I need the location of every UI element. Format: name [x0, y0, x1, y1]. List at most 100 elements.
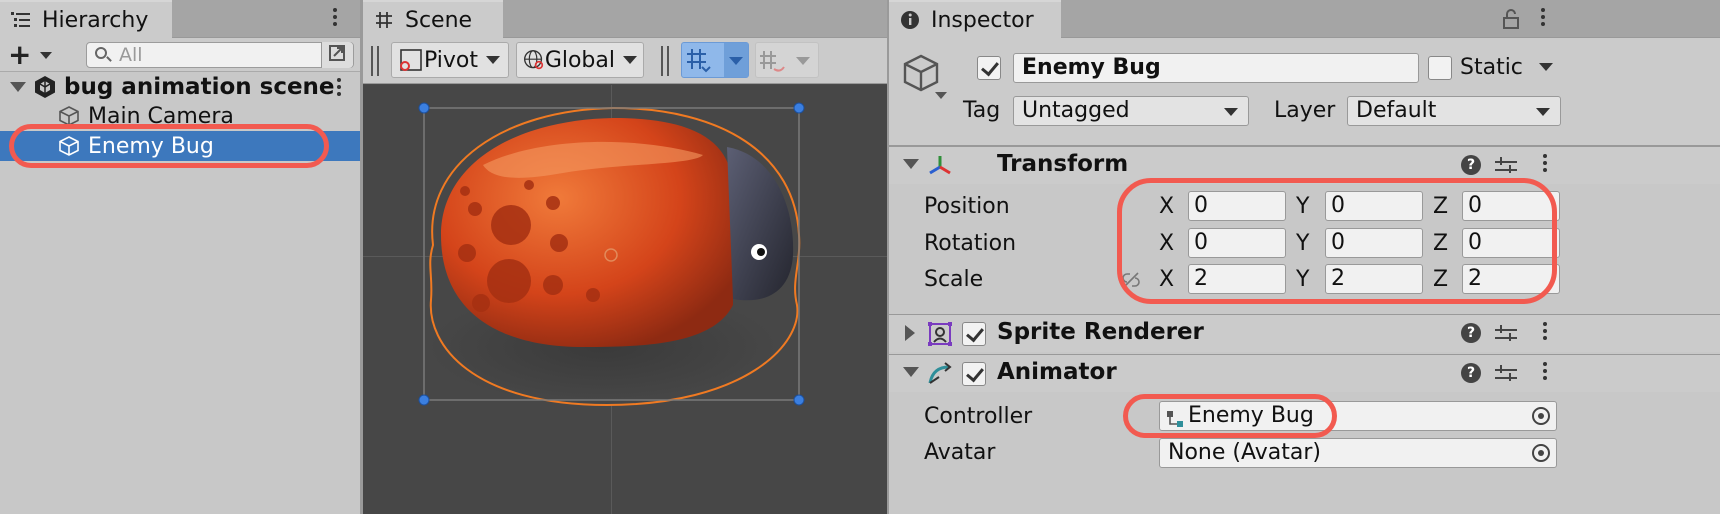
scene-menu-icon[interactable]: [335, 78, 343, 96]
add-object-button[interactable]: +: [8, 41, 31, 69]
hierarchy-toolbar: + All: [0, 38, 360, 72]
hierarchy-item-enemy-bug[interactable]: Enemy Bug: [0, 131, 360, 161]
sprite-renderer-header[interactable]: Sprite Renderer ?: [889, 314, 1720, 352]
hierarchy-list-icon: [10, 9, 32, 31]
static-dropdown-icon[interactable]: [1539, 63, 1553, 71]
object-name-field[interactable]: Enemy Bug: [1013, 53, 1419, 83]
scale-y-field[interactable]: 2: [1325, 264, 1423, 294]
hierarchy-item-main-camera[interactable]: Main Camera: [0, 101, 360, 131]
hierarchy-panel: Hierarchy + All bug animation scene Main…: [0, 0, 360, 514]
layer-dropdown[interactable]: Default: [1347, 96, 1561, 126]
static-checkbox[interactable]: [1428, 56, 1452, 80]
transform-header[interactable]: Transform ?: [889, 146, 1720, 184]
sprite-renderer-enabled-checkbox[interactable]: [962, 322, 986, 346]
toolbar-grip-icon: [371, 46, 379, 76]
position-label: Position: [924, 194, 1010, 219]
active-checkbox[interactable]: [977, 56, 1001, 80]
hierarchy-tabbar: Hierarchy: [0, 0, 360, 38]
scale-x-field[interactable]: 2: [1188, 264, 1286, 294]
pivot-icon: [400, 49, 422, 71]
inspector-panel: Inspector Enemy Bug Static Tag Untagged …: [889, 0, 1720, 514]
constrain-proportions-icon[interactable]: [1121, 270, 1141, 294]
scene-viewport[interactable]: [363, 85, 887, 514]
toolbar-grip-icon: [661, 46, 669, 76]
icon-dropdown-icon[interactable]: [935, 92, 947, 99]
animator-header[interactable]: Animator ?: [889, 354, 1720, 392]
scene-root-row[interactable]: bug animation scene: [0, 72, 360, 102]
inspector-menu-icon[interactable]: [1539, 8, 1547, 26]
increment-snap-icon: [760, 51, 785, 72]
rotation-z-field[interactable]: 0: [1462, 228, 1560, 258]
scene-toolbar: Pivot Global: [363, 38, 887, 84]
object-picker-icon[interactable]: [1532, 407, 1550, 425]
rotation-x-field[interactable]: 0: [1188, 228, 1286, 258]
transform-title: Transform: [997, 151, 1129, 177]
unity-scene-icon: [32, 74, 58, 100]
fold-arrow-icon[interactable]: [903, 159, 919, 169]
increment-snap-button[interactable]: [755, 42, 819, 78]
position-x-label: X: [1159, 194, 1175, 219]
help-icon[interactable]: ?: [1461, 363, 1481, 383]
add-dropdown-icon[interactable]: [40, 52, 52, 59]
hierarchy-tab-label: Hierarchy: [42, 7, 149, 33]
gameobject-header: Enemy Bug Static Tag Untagged Layer Defa…: [889, 38, 1720, 146]
grid-snap-dropdown[interactable]: [724, 43, 748, 77]
hierarchy-search-placeholder: All: [119, 44, 143, 66]
lock-icon[interactable]: [1502, 8, 1520, 34]
search-icon: [95, 47, 107, 59]
position-z-field[interactable]: 0: [1462, 191, 1560, 221]
chevron-down-icon: [623, 56, 637, 64]
object-picker-icon[interactable]: [1532, 444, 1550, 462]
tab-scene[interactable]: Scene: [363, 0, 503, 38]
hierarchy-menu-icon[interactable]: [331, 8, 339, 26]
panel-splitter[interactable]: [360, 0, 363, 514]
fold-arrow-icon[interactable]: [905, 325, 915, 341]
scale-z-field[interactable]: 2: [1462, 264, 1560, 294]
tab-inspector[interactable]: Inspector: [889, 0, 1061, 38]
avatar-value: None (Avatar): [1168, 440, 1321, 465]
search-options-icon[interactable]: [321, 42, 353, 68]
grid-snap-button[interactable]: [681, 42, 749, 78]
scale-label: Scale: [924, 267, 984, 292]
tag-label: Tag: [963, 98, 1001, 123]
help-icon[interactable]: ?: [1461, 155, 1481, 175]
collapse-arrow-icon[interactable]: [10, 82, 26, 92]
avatar-label: Avatar: [924, 440, 996, 465]
avatar-field[interactable]: None (Avatar): [1159, 438, 1557, 468]
scene-tab-label: Scene: [405, 7, 473, 33]
inspector-tabbar: Inspector: [889, 0, 1720, 38]
hierarchy-item-label: Main Camera: [88, 103, 234, 129]
transform-axes-icon: [927, 153, 953, 183]
controller-field[interactable]: Enemy Bug: [1159, 401, 1557, 431]
presets-icon[interactable]: [1495, 156, 1517, 176]
layer-label: Layer: [1274, 98, 1336, 123]
animator-controller-icon: [1166, 408, 1184, 436]
tab-hierarchy[interactable]: Hierarchy: [0, 0, 172, 38]
hierarchy-item-label: Enemy Bug: [88, 133, 214, 159]
enemy-bug-sprite[interactable]: [363, 85, 887, 514]
scene-tabbar: Scene: [363, 0, 887, 38]
position-y-field[interactable]: 0: [1325, 191, 1423, 221]
presets-icon[interactable]: [1495, 364, 1517, 384]
sprite-renderer-title: Sprite Renderer: [997, 319, 1204, 345]
help-icon[interactable]: ?: [1461, 323, 1481, 343]
fold-arrow-icon[interactable]: [903, 367, 919, 377]
position-y-label: Y: [1296, 194, 1310, 219]
hierarchy-search-input[interactable]: All: [86, 42, 354, 68]
component-menu-icon[interactable]: [1541, 362, 1549, 380]
presets-icon[interactable]: [1495, 324, 1517, 344]
scene-panel: Scene Pivot Global: [363, 0, 887, 514]
global-dropdown[interactable]: Global: [516, 42, 644, 78]
rotation-y-field[interactable]: 0: [1325, 228, 1423, 258]
tag-dropdown[interactable]: Untagged: [1013, 96, 1249, 126]
panel-splitter[interactable]: [887, 0, 889, 514]
component-menu-icon[interactable]: [1541, 322, 1549, 340]
position-x-field[interactable]: 0: [1188, 191, 1286, 221]
gameobject-cube-icon: [58, 105, 80, 127]
component-menu-icon[interactable]: [1541, 154, 1549, 172]
sprite-renderer-icon: [927, 321, 953, 351]
grid-snap-icon: [687, 49, 711, 73]
animator-enabled-checkbox[interactable]: [962, 362, 986, 386]
pivot-dropdown[interactable]: Pivot: [391, 42, 509, 78]
scale-x-label: X: [1159, 267, 1175, 292]
